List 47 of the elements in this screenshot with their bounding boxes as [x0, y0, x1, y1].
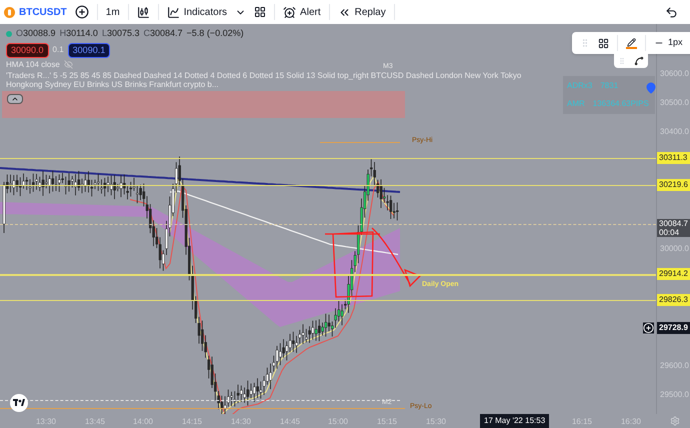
stats-value: 136364.63PIPS	[592, 98, 649, 110]
interval-button[interactable]: 1m	[106, 4, 120, 20]
indicators-icon	[166, 6, 180, 18]
candles-icon[interactable]	[136, 6, 150, 18]
crosshair-price-label: 29728.9	[657, 322, 690, 334]
indicator-label: HMA 104 close	[6, 60, 60, 69]
level-price-label: 30311.3	[657, 152, 690, 164]
current-price-label: 30084.7	[659, 219, 688, 228]
freehand-outline	[324, 231, 381, 298]
connector-icon[interactable]	[634, 56, 644, 66]
stats-label: ADRx3	[567, 80, 592, 92]
alert-button[interactable]: Alert	[283, 4, 321, 20]
sell-button[interactable]: 30090.0	[6, 42, 49, 58]
ohlc-value: C30084.7	[144, 27, 183, 40]
add-symbol-icon[interactable]	[74, 5, 89, 19]
coin-icon	[4, 6, 15, 18]
templates-icon[interactable]	[598, 38, 609, 48]
stats-value: 7831	[600, 80, 618, 92]
pencil-icon[interactable]	[626, 38, 637, 48]
countdown-label: 00:04	[659, 228, 680, 238]
marker-icon[interactable]	[645, 82, 657, 94]
drag-handle-icon[interactable]	[618, 57, 626, 65]
level-price-label: 30219.6	[657, 178, 690, 191]
drag-handle-icon[interactable]	[580, 38, 590, 48]
stats-label: AMR	[567, 98, 585, 110]
arrow-drawing	[371, 227, 421, 287]
level-price-label: 29826.3	[657, 294, 690, 306]
collapse-button[interactable]	[7, 94, 23, 104]
alert-icon	[283, 6, 296, 18]
symbol-button[interactable]: BTCUSDT	[4, 4, 67, 20]
ohlc-value: O30088.9	[16, 27, 56, 40]
undo-icon[interactable]	[665, 6, 678, 18]
indicators-button[interactable]: Indicators	[166, 4, 228, 20]
ohlc-value: H30114.0	[60, 27, 98, 40]
crosshair-time-label: 17 May '22 15:53	[480, 414, 550, 428]
logo-icon	[10, 394, 28, 412]
chevron-up-icon	[11, 95, 19, 103]
line-width-button[interactable]: 1px	[654, 36, 683, 50]
indicator-label: 'Traders R...' 5 -5 25 85 45 85 Dashed Dashed 14 Dotted 4 Dotted 6 Dotted 15 Solid 13 Solid top_right BTCUSD Dashed London New York Tokyo Hongkong Sydney EU Brinks US Brinks Frankfurt crypto b...	[6, 71, 522, 89]
ohlc-value: L30075.3	[102, 27, 140, 40]
spread-value: 0.1	[52, 44, 64, 56]
price-change: −5.8 (−0.02%)	[186, 27, 244, 40]
grid-icon[interactable]	[254, 6, 266, 18]
replay-button[interactable]: Replay	[338, 4, 386, 20]
add-icon[interactable]	[643, 322, 654, 334]
buy-button[interactable]: 30090.1	[68, 42, 110, 58]
level-price-label: 29914.2	[657, 268, 690, 280]
